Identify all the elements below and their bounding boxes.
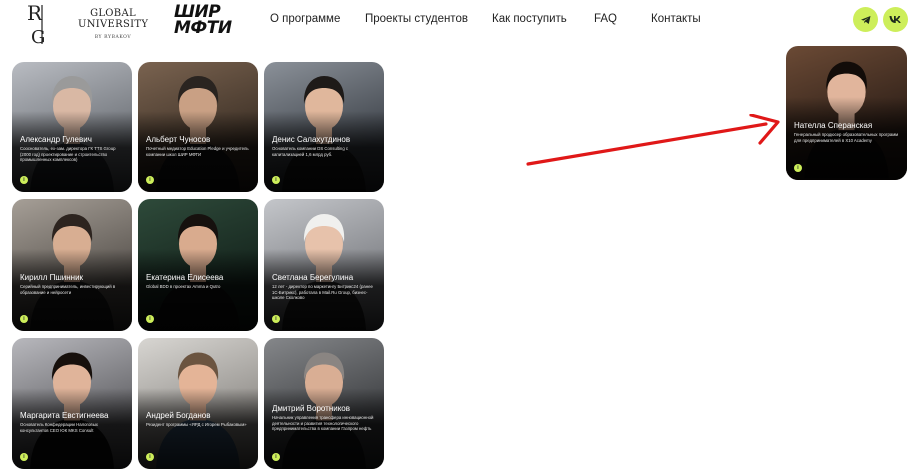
speaker-name: Светлана Берегулина xyxy=(272,273,354,282)
card-gradient xyxy=(138,249,258,331)
speaker-description: Генеральный продюсер образовательных про… xyxy=(794,132,899,143)
speaker-card[interactable]: Денис Салахутдинов Основатель компании DS… xyxy=(264,62,384,192)
speaker-card[interactable]: Нателла Сперанская Генеральный продюсер о… xyxy=(786,46,907,180)
speaker-name: Нателла Сперанская xyxy=(794,121,873,130)
logo-university-sub: BY RYBAKOV xyxy=(94,35,132,40)
global-university-logo[interactable]: GLOBAL UNIVERSITY BY RYBAKOV xyxy=(78,8,148,43)
speaker-name: Кирилл Пшинник xyxy=(20,273,84,282)
speaker-card[interactable]: Дмитрий Воротников Начальник управления т… xyxy=(264,338,384,469)
rig-logo[interactable]: R G xyxy=(26,1,58,48)
speaker-description: Global BDD в проектах Amma и Qutro xyxy=(146,284,221,289)
speaker-description: 12 лет - директор по маркетингу Битрикс2… xyxy=(272,284,373,301)
speaker-card[interactable]: Александр Гулевич Сооснователь, ex-зам. д… xyxy=(12,62,132,192)
info-badge-label: i xyxy=(149,176,151,183)
info-badge-icon[interactable]: i xyxy=(20,453,28,461)
info-badge-icon[interactable]: i xyxy=(272,453,280,461)
speaker-description: Резидент программы «ЯРД с Игорем Рыбаков… xyxy=(146,422,247,427)
info-badge-icon[interactable]: i xyxy=(794,164,802,172)
speaker-description: Основатель компании DS Consulting с капи… xyxy=(272,146,349,157)
info-badge-label: i xyxy=(149,315,151,322)
svg-text:R: R xyxy=(27,2,43,25)
speaker-name: Альберт Чуносов xyxy=(146,135,211,144)
red-arrow xyxy=(526,114,780,166)
speaker-name: Екатерина Елисеева xyxy=(146,273,224,282)
speaker-card[interactable]: Екатерина Елисеева Global BDD в проектах … xyxy=(138,199,258,331)
vk-button[interactable] xyxy=(883,7,908,32)
info-badge-label: i xyxy=(797,164,799,171)
speaker-card[interactable]: Маргарита Евстигнеева Основатель Конфедер… xyxy=(12,338,132,469)
info-badge-icon[interactable]: i xyxy=(146,315,154,323)
telegram-button[interactable] xyxy=(853,7,878,32)
info-badge-icon[interactable]: i xyxy=(146,176,154,184)
info-badge-label: i xyxy=(23,176,25,183)
info-badge-label: i xyxy=(23,315,25,322)
speaker-card[interactable]: Светлана Берегулина 12 лет - директор по … xyxy=(264,199,384,331)
speaker-name: Маргарита Евстигнеева xyxy=(20,411,109,420)
svg-text:G: G xyxy=(31,27,45,46)
speaker-description: Основатель Конфедерации Налоговых консул… xyxy=(20,422,98,433)
nav-about[interactable]: О программе xyxy=(270,13,340,25)
info-badge-icon[interactable]: i xyxy=(272,315,280,323)
speaker-description: Серийный предприниматель, инвестирующий … xyxy=(20,284,116,295)
info-badge-icon[interactable]: i xyxy=(20,176,28,184)
info-badge-label: i xyxy=(149,453,151,460)
speaker-name: Александр Гулевич xyxy=(20,135,92,144)
speaker-description: Сооснователь, ex-зам. директора ГК TTS G… xyxy=(20,146,116,163)
speaker-name: Дмитрий Воротников xyxy=(272,404,351,413)
card-gradient xyxy=(138,387,258,469)
info-badge-label: i xyxy=(23,453,25,460)
speaker-card[interactable]: Кирилл Пшинник Серийный предприниматель, … xyxy=(12,199,132,331)
info-badge-icon[interactable]: i xyxy=(20,315,28,323)
vk-icon xyxy=(889,16,901,23)
speaker-name: Денис Салахутдинов xyxy=(272,135,351,144)
speaker-name: Андрей Богданов xyxy=(146,411,211,420)
nav-contacts[interactable]: Контакты xyxy=(651,13,701,25)
info-badge-icon[interactable]: i xyxy=(272,176,280,184)
speaker-description: Почетный медиатор Education Pledge и учр… xyxy=(146,146,249,157)
logo-university-line1: GLOBAL xyxy=(90,8,136,19)
speaker-card[interactable]: Андрей Богданов Резидент программы «ЯРД с… xyxy=(138,338,258,469)
nav-faq[interactable]: FAQ xyxy=(594,13,617,25)
site-header: R G GLOBAL UNIVERSITY BY RYBAKOV ШИР МФТ… xyxy=(0,0,918,52)
logo-university-line2: UNIVERSITY xyxy=(78,19,149,30)
speaker-description: Начальник управления трансфера инновацио… xyxy=(272,415,374,432)
info-badge-label: i xyxy=(275,315,277,322)
info-badge-label: i xyxy=(275,176,277,183)
info-badge-label: i xyxy=(275,453,277,460)
info-badge-icon[interactable]: i xyxy=(146,453,154,461)
logo-shir-line2: МФТИ xyxy=(174,18,232,38)
nav-student-projects[interactable]: Проекты студентов xyxy=(365,13,468,25)
shir-mfti-logo[interactable]: ШИР МФТИ xyxy=(174,4,246,38)
telegram-icon xyxy=(860,15,870,24)
nav-how-to-apply[interactable]: Как поступить xyxy=(492,13,567,25)
speaker-card[interactable]: Альберт Чуносов Почетный медиатор Educati… xyxy=(138,62,258,192)
